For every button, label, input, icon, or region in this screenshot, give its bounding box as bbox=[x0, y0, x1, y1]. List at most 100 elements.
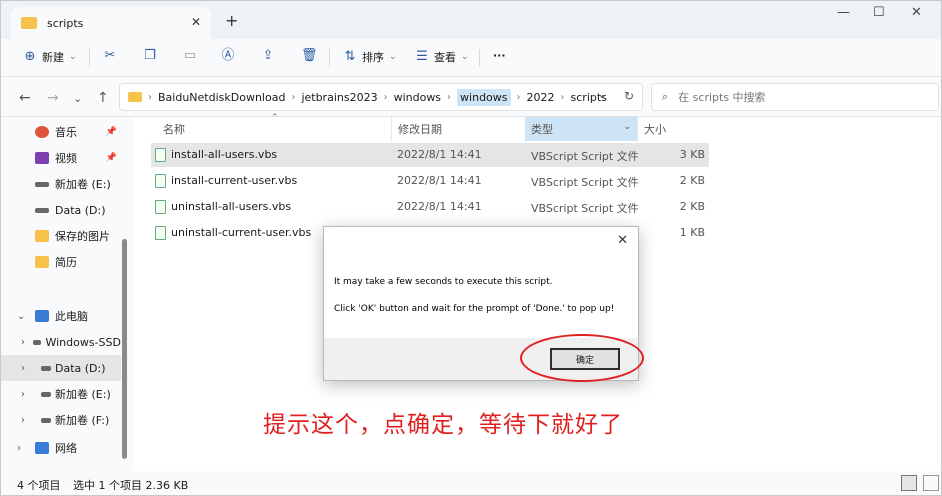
sidebar-item-music[interactable]: 音乐 📌 bbox=[1, 119, 121, 145]
sidebar-item-label: 新加卷 (E:) bbox=[55, 388, 111, 401]
new-button[interactable]: ⊕ 新建 ⌄ bbox=[23, 49, 77, 65]
chevron-right-icon: › bbox=[21, 414, 25, 426]
column-header-type[interactable]: 类型 ⌄ bbox=[525, 117, 637, 141]
file-type: VBScript Script 文件 bbox=[531, 150, 639, 163]
drive-icon bbox=[41, 391, 51, 397]
more-button[interactable]: ··· bbox=[493, 49, 506, 62]
copy-button[interactable]: ❐ bbox=[143, 49, 162, 63]
sidebar-item-drive-e[interactable]: 新加卷 (E:) bbox=[1, 171, 121, 197]
file-name: install-all-users.vbs bbox=[171, 148, 278, 161]
chevron-right-icon: › bbox=[291, 91, 296, 103]
sidebar-item-drive-d[interactable]: Data (D:) bbox=[1, 197, 121, 223]
vbs-file-icon bbox=[155, 174, 166, 188]
details-view-icon[interactable] bbox=[901, 475, 917, 491]
share-icon: ⇪ bbox=[262, 48, 274, 63]
breadcrumb-item[interactable]: 2022 bbox=[527, 91, 555, 104]
rename-button[interactable]: Ⓐ bbox=[221, 49, 240, 63]
file-type: VBScript Script 文件 bbox=[531, 176, 639, 189]
sidebar-item-saved-pictures[interactable]: 保存的图片 bbox=[1, 223, 121, 249]
close-window-button[interactable]: ✕ bbox=[911, 5, 922, 20]
new-tab-button[interactable]: + bbox=[225, 11, 238, 30]
cut-button[interactable]: ✂ bbox=[103, 49, 122, 63]
search-input[interactable]: ⌕ 在 scripts 中搜索 bbox=[651, 83, 939, 111]
sidebar-item-data-d[interactable]: › Data (D:) bbox=[1, 355, 121, 381]
dialog-message: It may take a few seconds to execute thi… bbox=[334, 277, 553, 287]
up-icon[interactable]: ↑ bbox=[97, 90, 109, 106]
video-icon bbox=[35, 152, 49, 164]
computer-icon bbox=[35, 310, 49, 322]
sidebar-item-label: 保存的图片 bbox=[55, 230, 110, 243]
view-button[interactable]: ☰ 查看 ⌄ bbox=[415, 49, 469, 65]
chevron-down-icon: ⌄ bbox=[17, 310, 26, 322]
share-button[interactable]: ⇪ bbox=[261, 49, 280, 63]
sidebar-item-windows-ssd[interactable]: › Windows-SSD bbox=[1, 329, 121, 355]
rename-icon: Ⓐ bbox=[221, 48, 235, 63]
delete-button[interactable]: 🗑 bbox=[301, 49, 320, 63]
file-date: 2022/8/1 14:41 bbox=[397, 174, 482, 187]
breadcrumb-item[interactable]: BaiduNetdiskDownload bbox=[158, 91, 285, 104]
breadcrumb-item[interactable]: jetbrains2023 bbox=[301, 91, 377, 104]
folder-icon bbox=[35, 256, 49, 268]
file-name: install-current-user.vbs bbox=[171, 174, 298, 187]
sidebar-item-this-pc[interactable]: ⌄ 此电脑 bbox=[1, 303, 121, 329]
address-row: ← → ⌄ ↑ › BaiduNetdiskDownload › jetbrai… bbox=[1, 77, 941, 117]
annotation-text: 提示这个，点确定，等待下就好了 bbox=[263, 412, 623, 438]
refresh-icon[interactable]: ↻ bbox=[624, 89, 634, 103]
divider bbox=[329, 49, 330, 67]
column-label: 修改日期 bbox=[398, 123, 442, 136]
sidebar-item-label: 新加卷 (F:) bbox=[55, 414, 110, 427]
sidebar-item-label: Data (D:) bbox=[55, 203, 106, 217]
maximize-button[interactable]: ☐ bbox=[873, 5, 885, 20]
chevron-down-icon: ⌄ bbox=[461, 52, 469, 62]
file-row[interactable]: uninstall-all-users.vbs 2022/8/1 14:41 V… bbox=[151, 195, 709, 219]
file-name: uninstall-all-users.vbs bbox=[171, 200, 292, 213]
column-header-name[interactable]: 名称 ⌃ bbox=[157, 113, 389, 141]
dialog-message: Click 'OK' button and wait for the promp… bbox=[334, 304, 615, 314]
back-icon[interactable]: ← bbox=[19, 90, 31, 106]
tiles-view-icon[interactable] bbox=[923, 475, 939, 491]
vbs-file-icon bbox=[155, 226, 166, 240]
sidebar-item-label: Windows-SSD bbox=[45, 335, 121, 349]
divider bbox=[89, 49, 90, 67]
close-tab-icon[interactable]: ✕ bbox=[191, 15, 201, 29]
sidebar-item-label: 音乐 bbox=[55, 126, 77, 139]
sort-arrow-icon: ⌃ bbox=[271, 113, 279, 123]
sidebar-scrollbar[interactable] bbox=[122, 239, 127, 459]
column-header-size[interactable]: 大小 bbox=[637, 117, 709, 141]
sidebar-item-label: 新加卷 (E:) bbox=[55, 178, 111, 191]
chevron-right-icon: › bbox=[383, 91, 388, 103]
sidebar-item-label: 视频 bbox=[55, 152, 77, 165]
forward-icon[interactable]: → bbox=[47, 90, 59, 106]
file-row[interactable]: install-all-users.vbs 2022/8/1 14:41 VBS… bbox=[151, 143, 709, 167]
paste-button[interactable]: ▭ bbox=[183, 49, 202, 63]
column-header-date[interactable]: 修改日期 bbox=[391, 117, 523, 141]
sidebar-item-drive-f[interactable]: › 新加卷 (F:) bbox=[1, 407, 121, 433]
status-bar: 4 个项目 选中 1 个项目 2.36 KB bbox=[1, 471, 941, 495]
recent-chevron-icon[interactable]: ⌄ bbox=[73, 92, 82, 105]
sidebar-item-videos[interactable]: 视频 📌 bbox=[1, 145, 121, 171]
address-dropdown-icon[interactable]: ⌄ bbox=[598, 90, 606, 101]
sidebar-item-resume[interactable]: 简历 bbox=[1, 249, 121, 275]
scissors-icon: ✂ bbox=[104, 48, 116, 63]
drive-icon bbox=[35, 207, 49, 213]
sidebar-item-label: Data (D:) bbox=[55, 361, 106, 375]
chevron-down-icon: ⌄ bbox=[623, 122, 631, 132]
chevron-right-icon: › bbox=[560, 91, 565, 103]
sort-label: 排序 bbox=[362, 51, 384, 64]
breadcrumb-item[interactable]: windows bbox=[394, 91, 441, 104]
sort-button[interactable]: ⇅ 排序 ⌄ bbox=[343, 49, 397, 65]
item-count: 4 个项目 bbox=[17, 479, 61, 492]
breadcrumb-item[interactable]: windows bbox=[457, 88, 511, 106]
plus-circle-icon: ⊕ bbox=[24, 49, 36, 64]
sidebar-item-network[interactable]: › 网络 bbox=[1, 435, 121, 461]
address-bar[interactable]: › BaiduNetdiskDownload › jetbrains2023 ›… bbox=[119, 83, 643, 111]
tab-scripts[interactable]: scripts ✕ bbox=[11, 7, 211, 39]
minimize-button[interactable]: — bbox=[837, 5, 850, 20]
vbs-file-icon bbox=[155, 148, 166, 162]
drive-icon bbox=[41, 417, 51, 423]
close-icon[interactable]: ✕ bbox=[617, 233, 628, 248]
tab-label: scripts bbox=[47, 16, 84, 30]
sidebar-item-drive-e2[interactable]: › 新加卷 (E:) bbox=[1, 381, 121, 407]
network-icon bbox=[35, 442, 49, 454]
file-row[interactable]: install-current-user.vbs 2022/8/1 14:41 … bbox=[151, 169, 709, 193]
